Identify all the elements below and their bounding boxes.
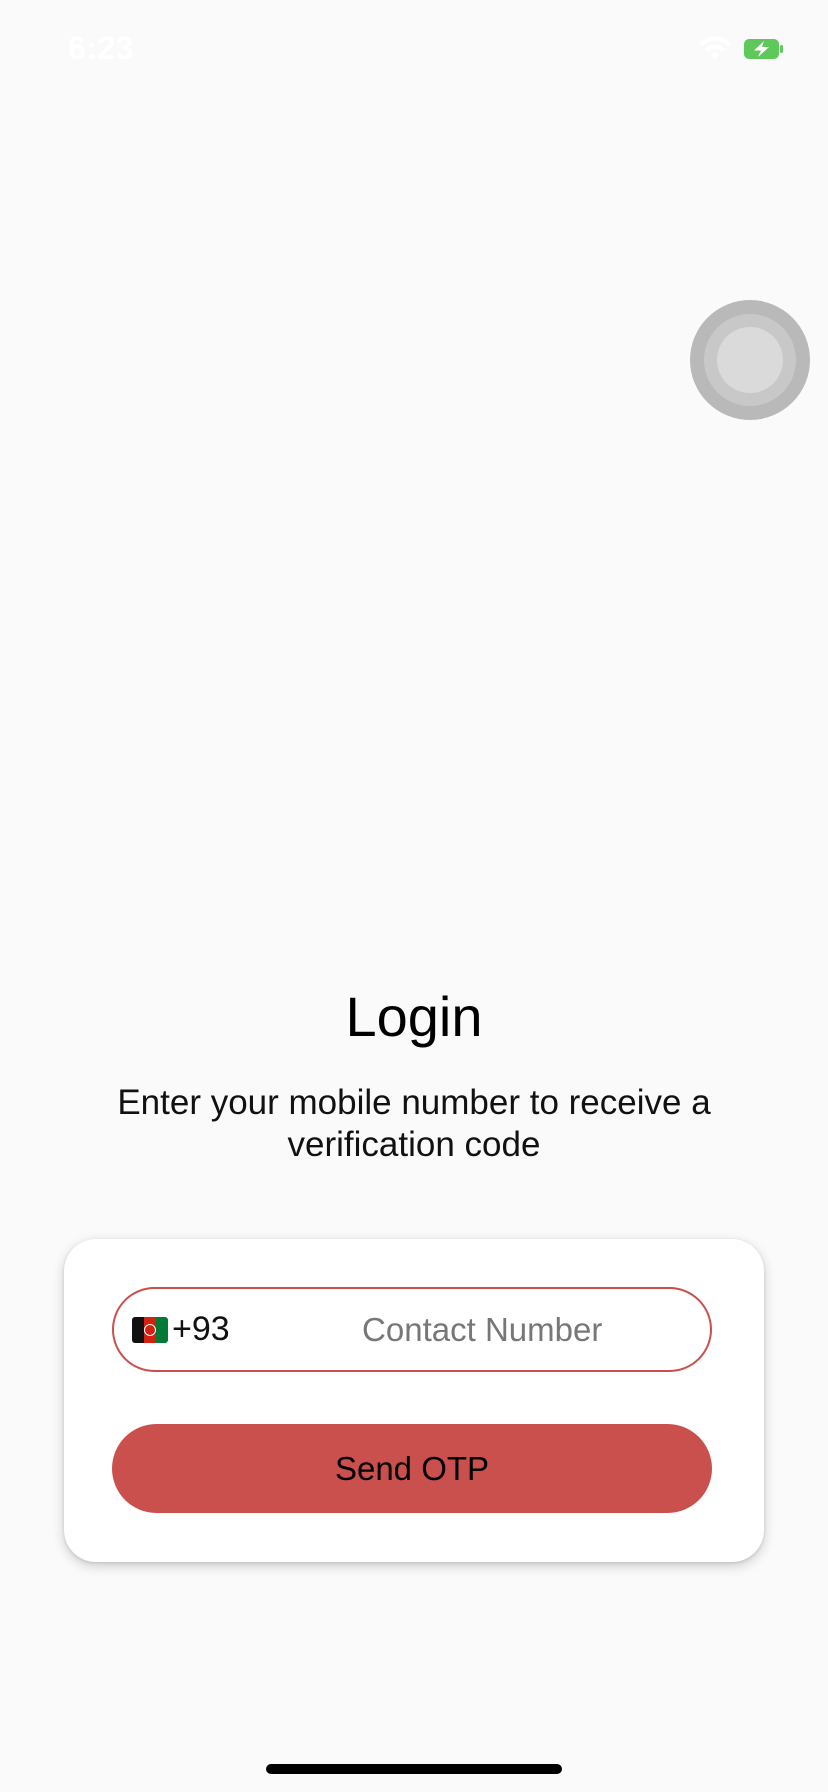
phone-number-field: +93 — [112, 1287, 712, 1372]
wifi-icon — [699, 36, 731, 59]
afghanistan-flag-icon — [132, 1316, 168, 1343]
assistive-touch-core — [717, 327, 783, 393]
send-otp-button[interactable]: Send OTP — [112, 1424, 712, 1513]
assistive-touch-icon[interactable] — [690, 300, 810, 420]
dial-code: +93 — [172, 1310, 230, 1348]
country-code-picker[interactable]: +93 — [132, 1310, 230, 1349]
login-card: +93 Send OTP — [64, 1239, 764, 1562]
battery-charging-icon — [744, 39, 783, 59]
assistive-touch-ring — [704, 314, 796, 406]
status-time: 6:23 — [68, 30, 135, 66]
contact-number-input[interactable] — [269, 1299, 695, 1360]
status-bar: 6:23 — [0, 0, 828, 100]
login-subtitle: Enter your mobile number to receive a ve… — [117, 1083, 711, 1164]
page-title: Login — [345, 985, 483, 1048]
home-indicator — [266, 1764, 562, 1774]
